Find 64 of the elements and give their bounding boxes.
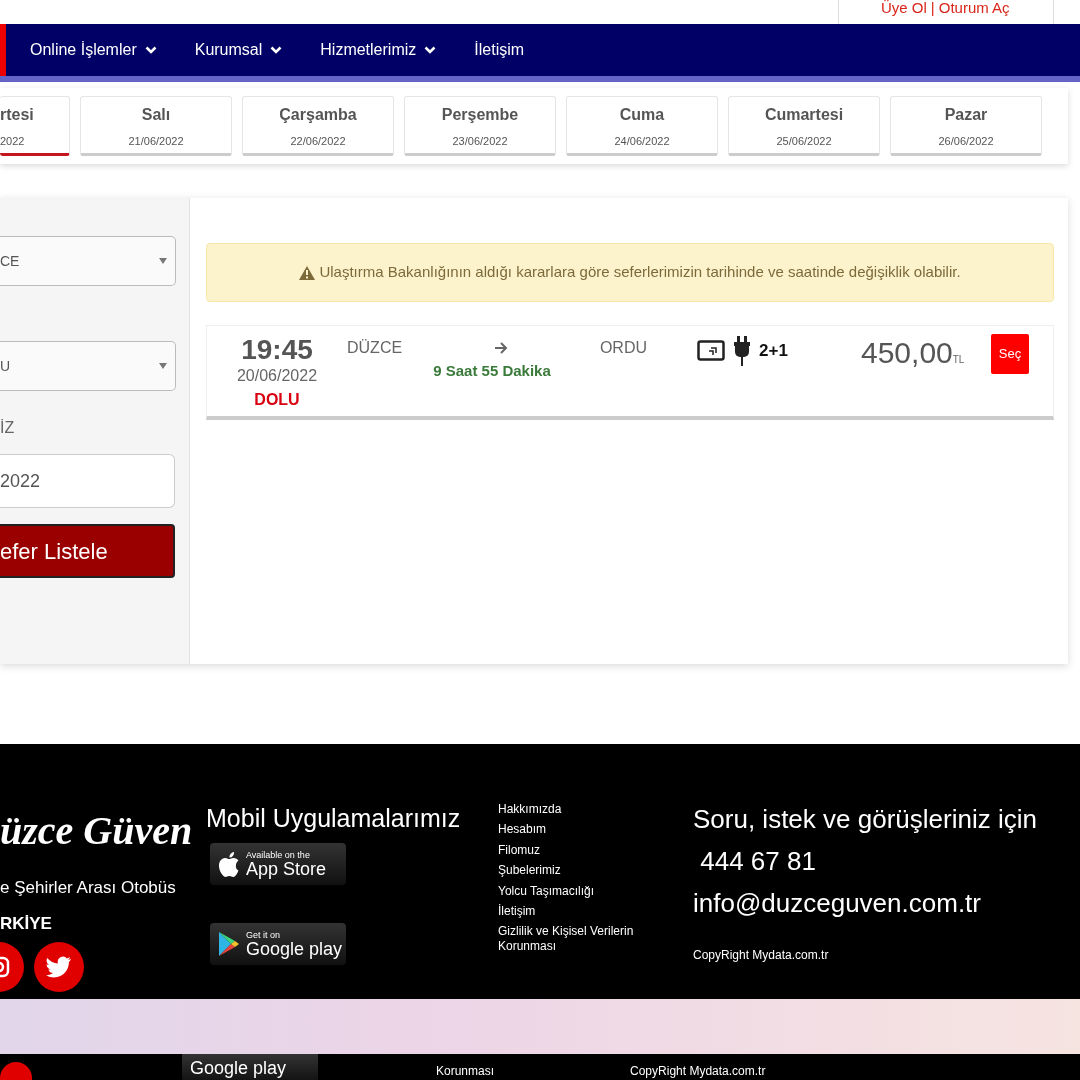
footer-link[interactable]: Korunması (436, 1062, 495, 1080)
caret-icon (159, 258, 167, 264)
nav-accent-bar (0, 24, 6, 76)
currency-text: TL (952, 354, 965, 365)
footer-link[interactable]: Hesabım (498, 822, 693, 837)
arrow-right-icon (494, 342, 508, 354)
bird-icon[interactable] (34, 942, 84, 992)
email-address: info@duzceguven.com.tr (693, 890, 982, 916)
separator-text: | (930, 0, 935, 18)
contact-heading: Soru, istek ve görüşleriniz için (693, 806, 1037, 832)
select-trip-button[interactable]: Seç (991, 334, 1029, 374)
chevron-down-icon (144, 45, 157, 55)
search-button[interactable]: efer Listele (0, 524, 175, 578)
apps-heading: Mobil Uygulamalarımız (206, 806, 462, 831)
day-tab[interactable]: rtesi 2022 (0, 96, 70, 156)
play-triangle-icon (218, 931, 240, 957)
brand-logo-text: üzce Güven (0, 807, 194, 855)
departure-time: 19:45 (241, 336, 313, 364)
register-link[interactable]: Üye Ol (881, 0, 927, 24)
footer-link[interactable]: Filomuz (498, 842, 693, 858)
footer-link[interactable]: Şubelerimiz (498, 863, 693, 878)
footer-link[interactable]: Yolcu Taşımacılığı (498, 883, 693, 898)
copyright-text: CopyRight Mydata.com.tr (693, 947, 830, 964)
chevron-down-icon (270, 45, 283, 55)
date-field[interactable]: 2022 (0, 454, 175, 508)
notice-text: Ulaştırma Bakanlığının aldığı kararlara göre seferlerimizin tarihinde ve saatinde değişiklik olabilir. (319, 262, 961, 283)
footer-link[interactable]: Gizlilik ve Kişisel Verilerin Korunması (498, 924, 693, 954)
select-field[interactable]: U (0, 341, 176, 391)
caret-icon (159, 363, 167, 369)
seating-layout-text: 2+1 (759, 340, 788, 363)
nav-menu-link[interactable]: İletişim (474, 38, 525, 62)
duration-text: 9 Saat 55 Dakika (432, 361, 552, 381)
google-play-badge[interactable]: Google play (182, 1054, 318, 1080)
destination-city: ORDU (599, 338, 647, 358)
login-link[interactable]: Oturum Aç (938, 0, 1010, 24)
phone-number: 444 67 81 (699, 848, 817, 874)
day-tab[interactable]: Cumartesi 25/06/2022 (728, 96, 880, 156)
chevron-down-icon (424, 45, 437, 55)
nav-menu-link[interactable]: Online İşlemler (30, 38, 157, 62)
day-tab[interactable]: Perşembe 23/06/2022 (404, 96, 556, 156)
footer-link[interactable]: İletişim (498, 903, 693, 919)
copyright-text: CopyRight Mydata.com.tr (630, 1063, 766, 1080)
day-tab[interactable]: Pazar 26/06/2022 (890, 96, 1042, 156)
apple-icon (218, 851, 240, 877)
field-label: İZ (0, 418, 16, 438)
day-tab[interactable]: Çarşamba 22/06/2022 (242, 96, 394, 156)
google-play-badge[interactable]: Get it on Google play (210, 923, 346, 965)
status-text: DOLU (254, 390, 300, 410)
tagline-text: e Şehirler Arası Otobüs (0, 877, 177, 899)
origin-city: DÜZCE (347, 338, 403, 358)
departure-date: 20/06/2022 (236, 366, 318, 386)
price-text: 450,00 (861, 335, 953, 371)
nav-menu-link[interactable]: Kurumsal (194, 38, 283, 62)
nav-menu-link[interactable]: Hizmetlerimiz (320, 38, 437, 62)
footer-link[interactable]: Hakkımızda (498, 802, 693, 817)
power-plug-icon (733, 336, 751, 366)
app-store-badge[interactable]: Available on the App Store (210, 843, 346, 885)
day-tab[interactable]: Cuma 24/06/2022 (566, 96, 718, 156)
day-tab[interactable]: Salı 21/06/2022 (80, 96, 232, 156)
tablet-screen-icon (697, 340, 725, 362)
warning-icon (299, 265, 316, 280)
country-text: RKİYE (0, 912, 53, 935)
social-button[interactable] (0, 1062, 32, 1080)
select-field[interactable]: CE (0, 236, 176, 286)
